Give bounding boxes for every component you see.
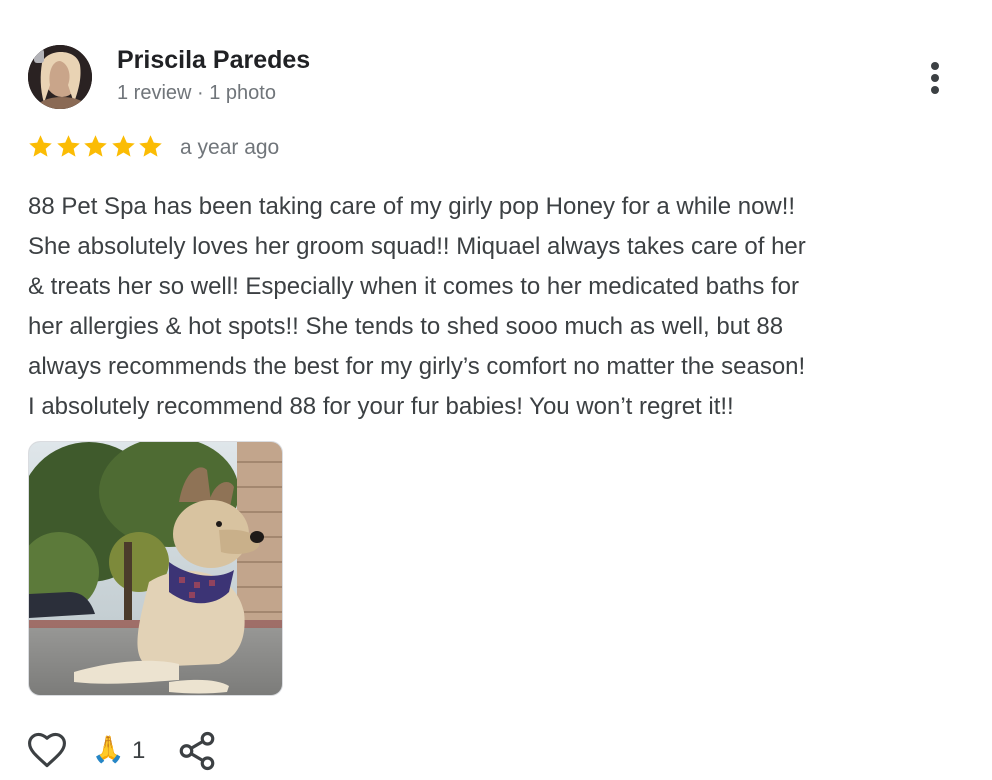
reaction-count: 1 bbox=[132, 737, 146, 764]
review-text-line: & treats her so well! Especially when it… bbox=[28, 273, 800, 300]
star-icon bbox=[139, 135, 162, 157]
share-icon bbox=[179, 731, 215, 771]
review-text-line: She absolutely loves her groom squad!! M… bbox=[28, 233, 806, 260]
author-avatar[interactable] bbox=[28, 45, 92, 109]
review-text-line: her allergies & hot spots!! She tends to… bbox=[28, 313, 784, 340]
more-options-button[interactable] bbox=[918, 56, 954, 100]
review-time: a year ago bbox=[180, 136, 280, 159]
heart-outline-icon bbox=[28, 732, 66, 768]
review-photo[interactable] bbox=[28, 441, 283, 696]
avatar-image bbox=[28, 45, 92, 109]
dog-photo-image bbox=[29, 442, 282, 695]
review-actions: 🙏 1 bbox=[0, 725, 992, 777]
review-text: 88 Pet Spa has been taking care of my gi… bbox=[28, 187, 968, 427]
star-icon bbox=[84, 135, 107, 157]
author-meta: 1 review · 1 photo bbox=[117, 82, 276, 104]
like-button[interactable] bbox=[25, 728, 69, 772]
more-vertical-icon-dot bbox=[931, 74, 939, 82]
star-icon bbox=[29, 135, 52, 157]
more-vertical-icon bbox=[931, 62, 939, 70]
review-card: Priscila Paredes 1 review · 1 photo a ye… bbox=[0, 0, 992, 780]
review-text-line: always recommends the best for my girly’… bbox=[28, 353, 806, 380]
review-text-line: I absolutely recommend 88 for your fur b… bbox=[28, 393, 734, 420]
review-text-line: 88 Pet Spa has been taking care of my gi… bbox=[28, 193, 796, 220]
author-name[interactable]: Priscila Paredes bbox=[117, 46, 310, 75]
pray-emoji-icon: 🙏 bbox=[92, 735, 125, 765]
more-vertical-icon-dot bbox=[931, 86, 939, 94]
share-button[interactable] bbox=[176, 730, 218, 772]
star-icon bbox=[111, 135, 135, 157]
star-icon bbox=[56, 135, 80, 157]
